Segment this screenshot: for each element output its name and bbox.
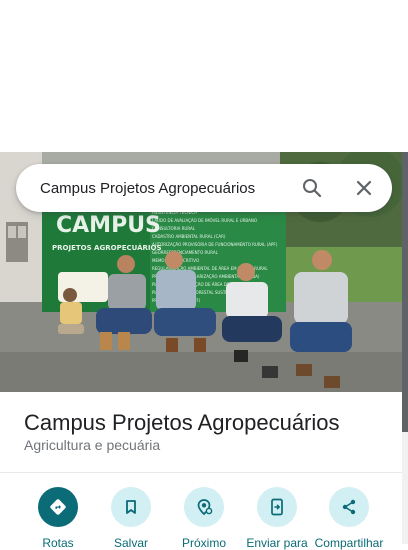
bookmark-icon[interactable]: [111, 487, 151, 527]
sign-service-line: GEORREFERENCIAMENTO RURAL: [152, 250, 219, 255]
send-to-phone-button[interactable]: Enviar para: [240, 487, 314, 550]
sign-subtitle: PROJETOS AGROPECUÁRIOS: [52, 243, 162, 252]
action-label: Rotas: [42, 536, 74, 550]
scrollbar-thumb[interactable]: [402, 152, 408, 432]
sign-service-line: CONSULTORIA RURAL: [152, 226, 196, 231]
nearby-icon[interactable]: [184, 487, 224, 527]
share-button[interactable]: Compartilhar: [312, 487, 386, 550]
sign-service-line: AUTORIZAÇÃO PROVISÓRIA DE FUNCIONAMENTO …: [152, 242, 278, 247]
sign-service-line: LAUDO DE AVALIAÇÃO DE IMÓVEL RURAL E URB…: [152, 218, 257, 223]
sign-brand: CAMPUS: [56, 213, 161, 238]
search-input[interactable]: Campus Projetos Agropecuários: [40, 180, 300, 197]
save-button[interactable]: Salvar: [94, 487, 168, 550]
action-label: Enviar para: [246, 536, 308, 550]
map-area[interactable]: [0, 0, 408, 152]
search-bar[interactable]: Campus Projetos Agropecuários: [16, 164, 392, 212]
send-to-phone-icon[interactable]: [257, 487, 297, 527]
share-icon[interactable]: [329, 487, 369, 527]
nearby-button[interactable]: Próximo: [167, 487, 241, 550]
directions-button[interactable]: Rotas: [21, 487, 95, 550]
divider: [0, 472, 402, 473]
sign-service-line: CADASTRO AMBIENTAL RURAL (CAR): [152, 234, 226, 239]
action-label: Próximo: [181, 536, 226, 550]
directions-icon[interactable]: [38, 487, 78, 527]
action-label: Salvar: [113, 536, 148, 550]
action-label: Compartilhar: [314, 536, 384, 550]
place-title: Campus Projetos Agropecuários: [24, 410, 340, 435]
search-icon[interactable]: [300, 176, 324, 200]
place-category[interactable]: Agricultura e pecuária: [24, 437, 160, 453]
close-icon[interactable]: [352, 176, 376, 200]
